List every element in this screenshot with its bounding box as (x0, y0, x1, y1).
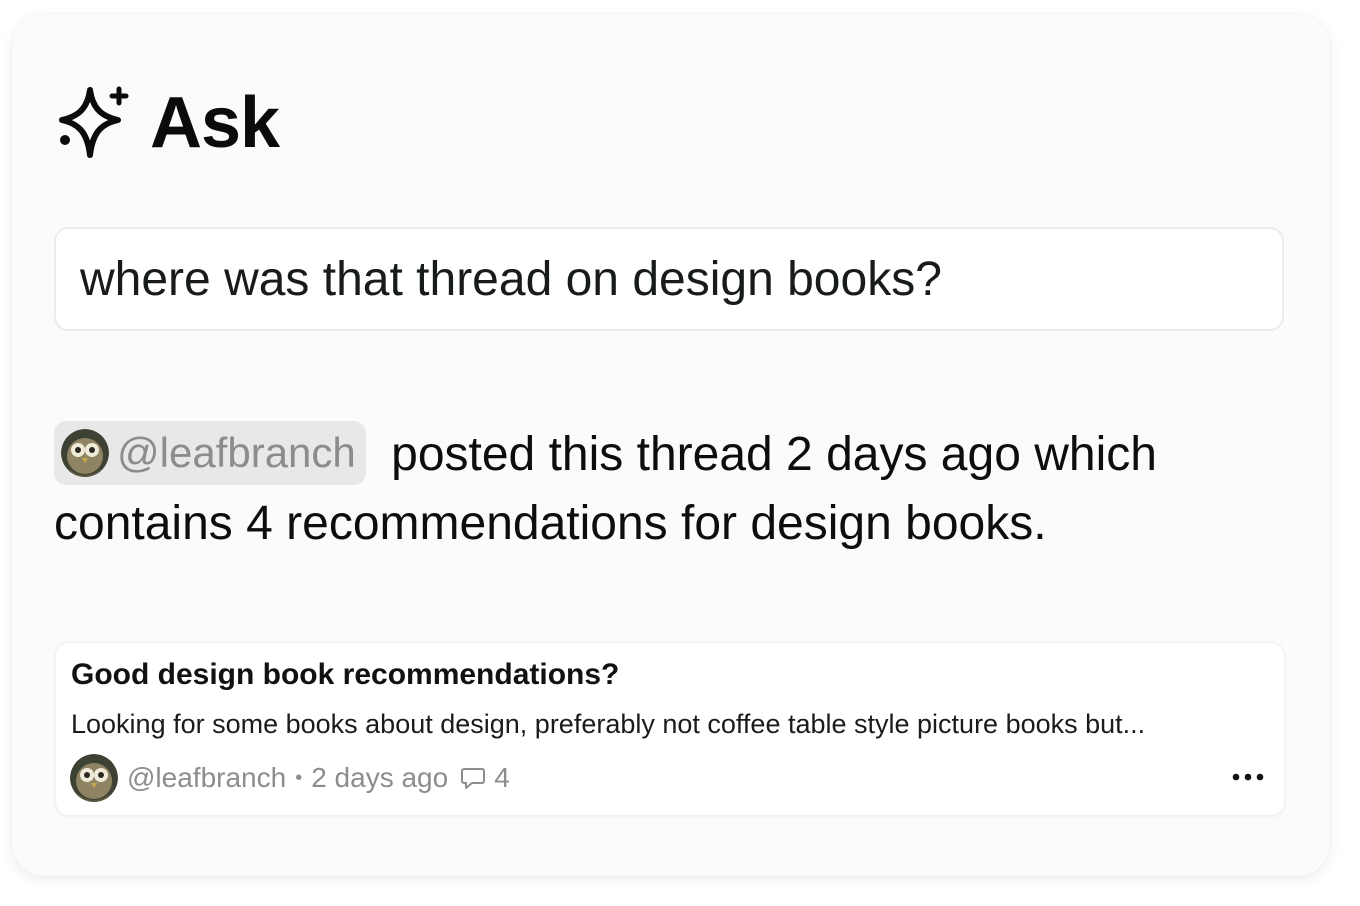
thread-result-card[interactable]: Good design book recommendations? Lookin… (55, 642, 1285, 816)
sparkle-icon (59, 86, 129, 158)
ask-answer: @leafbranch posted this thread 2 days ag… (54, 420, 1274, 558)
ask-input-value: where was that thread on design books? (80, 252, 942, 306)
ask-panel: Ask where was that thread on design book… (12, 14, 1330, 876)
thread-title[interactable]: Good design book recommendations? (71, 658, 619, 692)
user-mention-chip[interactable]: @leafbranch (54, 421, 366, 486)
meta-separator: • (295, 766, 303, 789)
page-title: Ask (150, 83, 280, 163)
ask-header: Ask (56, 78, 280, 168)
thread-meta: @leafbranch • 2 days ago 4 (70, 753, 510, 803)
more-horizontal-icon (1232, 773, 1264, 781)
comment-count: 4 (494, 762, 510, 793)
more-options-button[interactable] (1230, 761, 1266, 793)
avatar[interactable] (70, 754, 118, 802)
thread-time: 2 days ago (311, 762, 449, 793)
mention-username: @leafbranch (117, 429, 356, 477)
thread-snippet: Looking for some books about design, pre… (71, 709, 1146, 739)
avatar (61, 429, 109, 478)
ask-input[interactable]: where was that thread on design books? (54, 227, 1284, 331)
thread-author[interactable]: @leafbranch (127, 762, 286, 794)
comment-icon (461, 768, 486, 789)
